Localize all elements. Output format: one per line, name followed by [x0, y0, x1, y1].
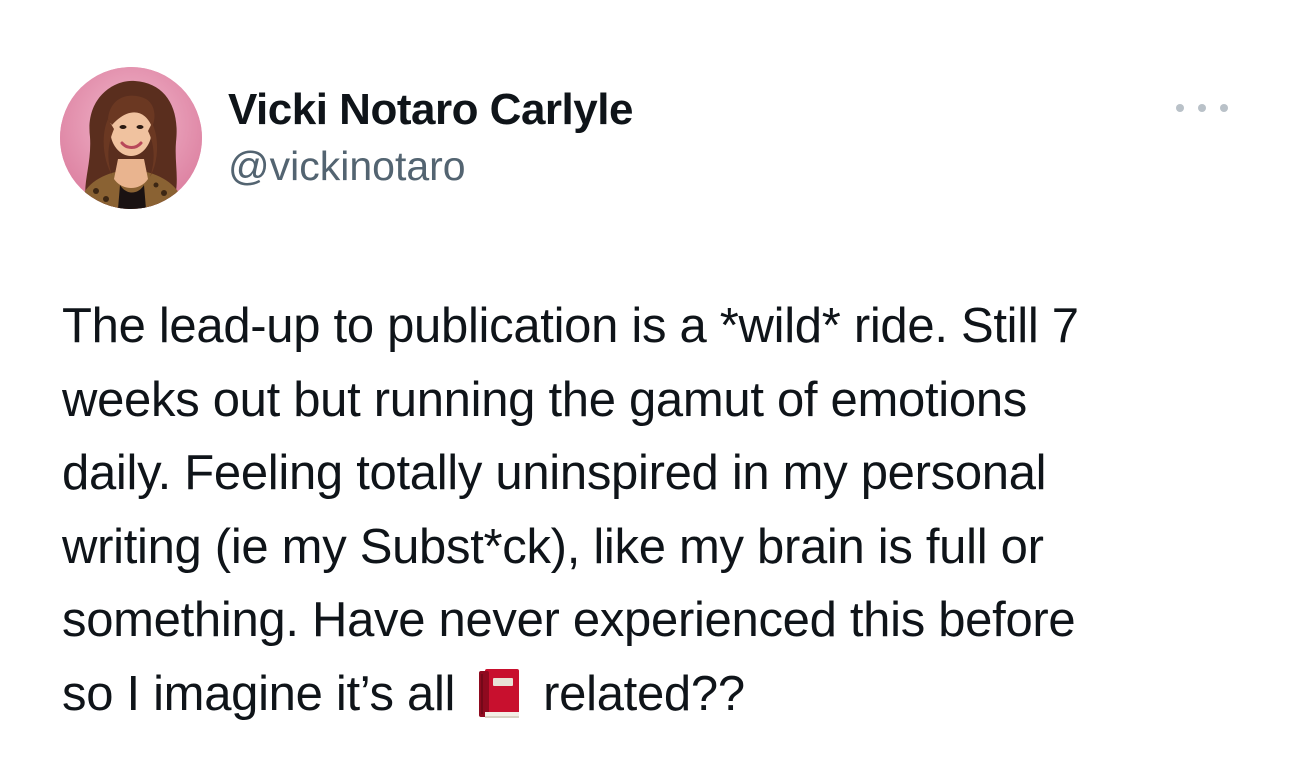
- tweet-text-line: The lead-up to publication is a *wild* r…: [62, 299, 1079, 353]
- profile-photo-icon: [60, 67, 202, 209]
- tweet-text: The lead-up to publication is a *wild* r…: [62, 290, 1262, 731]
- author-display-name[interactable]: Vicki Notaro Carlyle: [228, 84, 633, 136]
- tweet-text-line: writing (ie my Subst*ck), like my brain …: [62, 519, 1044, 574]
- more-dots-icon: [1198, 104, 1206, 112]
- more-dots-icon: [1220, 104, 1228, 112]
- tweet-text-last-line: so I imagine it’s all related??: [62, 658, 1262, 732]
- red-book-emoji-icon: [475, 666, 523, 720]
- avatar[interactable]: [60, 67, 202, 209]
- tweet-text-fragment: related??: [543, 666, 745, 721]
- more-dots-icon: [1176, 104, 1184, 112]
- more-options-button[interactable]: [1176, 96, 1228, 120]
- author-handle[interactable]: @vickinotaro: [228, 142, 633, 190]
- tweet-text-line: something. Have never experienced this b…: [62, 593, 1076, 647]
- author-identity: Vicki Notaro Carlyle @vickinotaro: [228, 84, 633, 190]
- tweet-text-line: daily. Feeling totally uninspired in my …: [62, 446, 1047, 500]
- tweet-card: Vicki Notaro Carlyle @vickinotaro The le…: [0, 0, 1290, 775]
- tweet-text-line: weeks out but running the gamut of emoti…: [62, 372, 1027, 427]
- tweet-text-fragment: so I imagine it’s all: [62, 666, 456, 721]
